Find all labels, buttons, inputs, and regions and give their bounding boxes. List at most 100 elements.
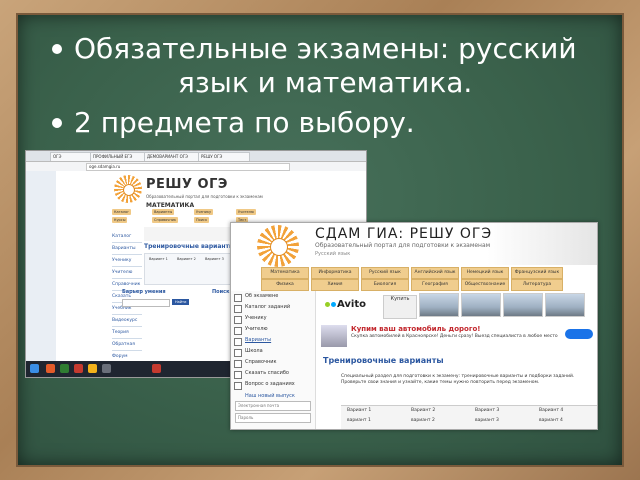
ad-open-button[interactable] xyxy=(565,329,593,339)
bullet-item: Обязательные экзамены: русский язык и ма… xyxy=(52,32,612,100)
sidebar-item-label: Каталог заданий xyxy=(245,304,291,310)
bullet-dot-icon xyxy=(52,118,62,128)
checkbox-icon[interactable] xyxy=(234,327,242,335)
url-field[interactable]: oge.sdamgia.ru xyxy=(86,163,290,171)
browser-tab[interactable]: ДЕМОВАРИАНТ ОГЭ xyxy=(144,152,200,161)
browser-tab[interactable]: ПРОФИЛЬНЫЙ ЕГЭ xyxy=(90,152,146,161)
car-image xyxy=(503,293,543,317)
nav-item[interactable]: Информатика xyxy=(311,267,359,279)
variant-sub-link[interactable]: вариант 1 xyxy=(347,418,371,423)
variant-link[interactable]: Вариант 3 xyxy=(475,408,499,413)
checkbox-icon[interactable] xyxy=(234,382,242,390)
nav-item[interactable]: Обществознание xyxy=(461,279,509,291)
block-title-right: Поиск xyxy=(212,289,230,295)
sidebar-item[interactable]: Обратная xyxy=(112,339,142,351)
avito-logo: Avito xyxy=(325,299,366,310)
ad-text: Скупка автомобилей в Красноярске! Деньги… xyxy=(351,334,558,339)
nav-item[interactable]: Английский язык xyxy=(411,267,459,279)
car-image xyxy=(419,293,459,317)
app-icon[interactable] xyxy=(88,364,97,373)
search-input[interactable] xyxy=(122,299,170,307)
nav-item[interactable]: Поиск xyxy=(194,217,210,223)
nav-item[interactable]: Курсы xyxy=(112,217,128,223)
screenshot-browser-2: СДАМ ГИА: РЕШУ ОГЭ Образовательный порта… xyxy=(230,222,598,430)
sidebar-item[interactable]: Ученику xyxy=(231,313,315,324)
variant-link[interactable]: Вариант 3 xyxy=(205,257,224,261)
search-button[interactable]: Найти xyxy=(172,299,190,305)
checkbox-icon[interactable] xyxy=(234,294,242,302)
password-field[interactable]: Пароль xyxy=(235,413,311,423)
sidebar-item-label: Варианты xyxy=(245,337,272,343)
nav-item[interactable]: Литература xyxy=(511,279,563,291)
nav-item[interactable]: Каталог xyxy=(112,209,132,215)
app-icon[interactable] xyxy=(74,364,83,373)
email-field[interactable]: Электронная почта xyxy=(235,401,311,411)
variant-sub-link[interactable]: вариант 4 xyxy=(539,418,563,423)
sidebar-item[interactable]: Учителю xyxy=(112,267,142,279)
section-description: Специальный раздел для подготовки к экза… xyxy=(341,374,575,385)
variant-sub-link[interactable]: вариант 3 xyxy=(475,418,499,423)
sun-logo-icon xyxy=(114,175,142,203)
checkbox-icon[interactable] xyxy=(234,316,242,324)
sidebar-item[interactable]: Школа xyxy=(231,346,315,357)
browser-tab[interactable]: РЕШУ ОГЭ xyxy=(198,152,250,161)
sidebar-item[interactable]: Каталог xyxy=(112,231,142,243)
variant-sub-link[interactable]: вариант 2 xyxy=(411,418,435,423)
browser-tabbar: ОГЭ ПРОФИЛЬНЫЙ ЕГЭ ДЕМОВАРИАНТ ОГЭ РЕШУ … xyxy=(26,151,366,162)
sidebar-item[interactable]: Варианты xyxy=(231,335,315,346)
sidebar-item[interactable]: Об экзамене xyxy=(231,291,315,302)
sidebar-header: Наш новый выпуск xyxy=(245,393,295,399)
sidebar-item[interactable]: Видеокурс xyxy=(112,315,142,327)
variant-link[interactable]: Вариант 4 xyxy=(539,408,563,413)
nav-item[interactable]: Физика xyxy=(261,279,309,291)
browser-tab[interactable]: ОГЭ xyxy=(50,152,92,161)
sidebar-item[interactable]: Учителю xyxy=(231,324,315,335)
ad-banner-car-buyout[interactable]: Купим ваш автомобиль дорого! Скупка авто… xyxy=(319,323,597,351)
nav-item[interactable]: География xyxy=(411,279,459,291)
app-icon[interactable] xyxy=(102,364,111,373)
sidebar-item[interactable]: Вопрос о заданиях xyxy=(231,379,315,390)
nav-item[interactable]: Русский язык xyxy=(361,267,409,279)
checkbox-icon[interactable] xyxy=(234,360,242,368)
site-title: СДАМ ГИА: РЕШУ ОГЭ xyxy=(315,226,493,242)
nav-item[interactable]: Справочник xyxy=(152,217,179,223)
sidebar-item[interactable]: Справочник xyxy=(231,357,315,368)
bullet-item: 2 предмета по выбору. xyxy=(52,106,612,140)
car-image xyxy=(461,293,501,317)
sidebar-item[interactable]: Каталог заданий xyxy=(231,302,315,313)
start-icon[interactable] xyxy=(30,364,39,373)
nav-item[interactable]: Химия xyxy=(311,279,359,291)
nav-item[interactable]: Математика xyxy=(261,267,309,279)
nav-item[interactable]: Немецкий язык xyxy=(461,267,509,279)
ad-banner-avito[interactable]: Avito Купить xyxy=(319,291,597,321)
nav-item[interactable]: Ученику xyxy=(194,209,214,215)
ad-brand: Avito xyxy=(337,299,366,310)
sidebar-item[interactable]: Ученику xyxy=(112,255,142,267)
checkbox-icon[interactable] xyxy=(234,371,242,379)
region-label: Русский язык xyxy=(315,251,351,257)
sidebar-item-label: Справочник xyxy=(245,359,277,365)
page-gutter xyxy=(26,171,56,361)
buy-button[interactable]: Купить xyxy=(383,295,417,319)
nav-item[interactable]: Учителю xyxy=(236,209,256,215)
nav-item[interactable]: Биология xyxy=(361,279,409,291)
car-image xyxy=(545,293,585,317)
sidebar-item[interactable]: Теория xyxy=(112,327,142,339)
app-icon[interactable] xyxy=(60,364,69,373)
sidebar-item[interactable]: Варианты xyxy=(112,243,142,255)
variant-link[interactable]: Вариант 2 xyxy=(177,257,196,261)
variant-link[interactable]: Вариант 1 xyxy=(149,257,168,261)
app-icon[interactable] xyxy=(46,364,55,373)
checkbox-icon[interactable] xyxy=(234,349,242,357)
browser-app-icon[interactable] xyxy=(152,364,161,373)
checkbox-icon[interactable] xyxy=(234,305,242,313)
nav-item[interactable]: Французский язык xyxy=(511,267,563,279)
sun-logo-icon xyxy=(257,225,299,267)
checkbox-icon[interactable] xyxy=(234,338,242,346)
variant-link[interactable]: Вариант 1 xyxy=(347,408,371,413)
sidebar-item[interactable]: Сказать спасибо xyxy=(231,368,315,379)
nav-item[interactable]: Варианты xyxy=(152,209,175,215)
variant-link[interactable]: Вариант 2 xyxy=(411,408,435,413)
ad-title: Купим ваш автомобиль дорого! xyxy=(351,325,481,333)
site-subtitle: Образовательный портал для подготовки к … xyxy=(315,242,491,249)
